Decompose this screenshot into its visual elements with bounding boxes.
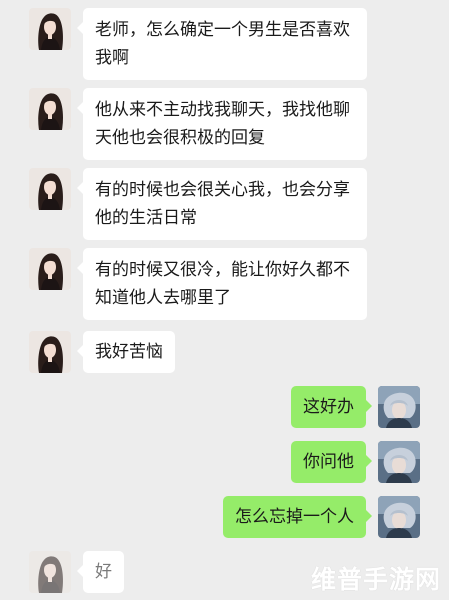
girl-avatar-icon[interactable] <box>29 8 71 50</box>
message-bubble[interactable]: 他从来不主动找我聊天，我找他聊 天他也会很积极的回复 <box>77 88 367 160</box>
message-bubble[interactable]: 有的时候也会很关心我，也会分享 他的生活日常 <box>77 168 367 240</box>
message-bubble[interactable]: 怎么忘掉一个人 <box>223 496 372 538</box>
message-bubble[interactable]: 好 <box>77 551 124 593</box>
boy-avatar-icon[interactable] <box>378 441 420 483</box>
girl-avatar-icon[interactable] <box>29 331 71 373</box>
message-bubble[interactable]: 有的时候又很冷，能让你好久都不 知道他人去哪里了 <box>77 248 367 320</box>
watermark: 维普手游网 <box>310 565 441 594</box>
message-bubble[interactable]: 你问他 <box>291 441 372 483</box>
boy-avatar-icon[interactable] <box>378 386 420 428</box>
chat-window: 老师，怎么确定一个男生是否喜欢 我啊 他从来不主动找我聊天，我找他聊 天他也会很… <box>0 0 449 600</box>
girl-avatar-icon[interactable] <box>29 88 71 130</box>
boy-avatar-icon[interactable] <box>378 496 420 538</box>
girl-avatar-icon[interactable] <box>29 168 71 210</box>
girl-avatar-icon[interactable] <box>29 551 71 593</box>
message-bubble[interactable]: 我好苦恼 <box>77 331 175 373</box>
message-bubble[interactable]: 这好办 <box>291 386 372 428</box>
girl-avatar-icon[interactable] <box>29 248 71 290</box>
message-bubble[interactable]: 老师，怎么确定一个男生是否喜欢 我啊 <box>77 8 367 80</box>
